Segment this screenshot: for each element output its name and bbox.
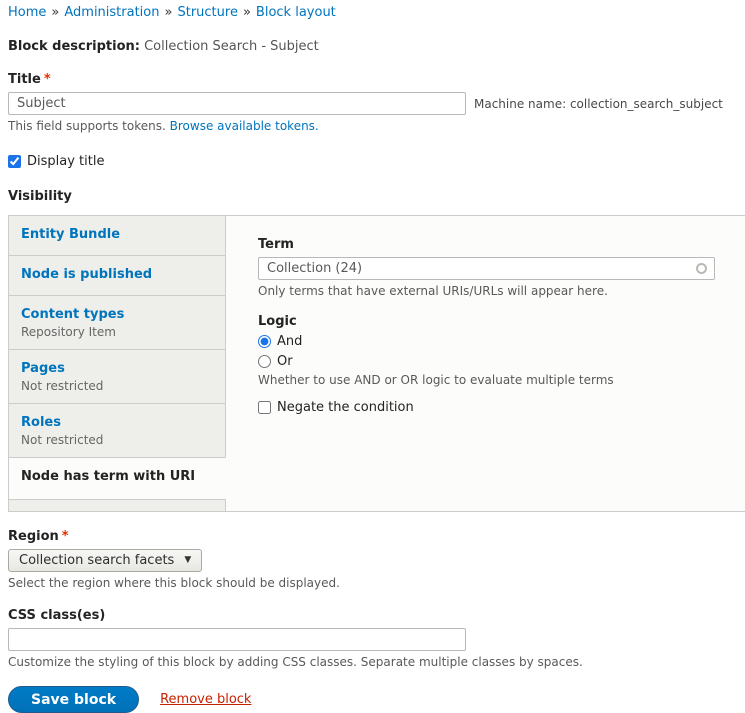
breadcrumb-link-administration[interactable]: Administration: [64, 5, 159, 20]
css-classes-description: Customize the styling of this block by a…: [8, 655, 745, 669]
display-title-label: Display title: [27, 154, 104, 169]
visibility-vertical-tabs: Entity Bundle Node is published Content …: [8, 215, 745, 512]
css-classes-label: CSS class(es): [8, 608, 105, 623]
block-description-value: Collection Search - Subject: [144, 39, 319, 54]
tab-node-is-published[interactable]: Node is published: [9, 256, 225, 296]
tab-content-types-label: Content types: [21, 307, 213, 322]
save-block-button[interactable]: Save block: [8, 686, 139, 713]
region-select[interactable]: Collection search facets ▼: [8, 549, 202, 572]
tab-content-types-summary: Repository Item: [21, 325, 213, 339]
title-description: This field supports tokens. Browse avail…: [8, 119, 745, 133]
chevron-down-icon: ▼: [184, 555, 191, 565]
block-description-label: Block description:: [8, 39, 140, 54]
breadcrumb-link-home[interactable]: Home: [8, 5, 46, 20]
logic-and-label: And: [277, 334, 302, 349]
logic-or-radio[interactable]: [258, 355, 271, 368]
region-label: Region: [8, 529, 59, 544]
negate-condition-label: Negate the condition: [277, 400, 414, 415]
title-label: Title: [8, 72, 41, 87]
css-field-group: CSS class(es) Customize the styling of t…: [8, 608, 745, 669]
display-title-group: Display title: [8, 154, 745, 169]
tab-node-has-term-with-uri[interactable]: Node has term with URI: [9, 458, 226, 500]
required-marker: *: [62, 529, 69, 544]
breadcrumb-separator: »: [165, 5, 173, 20]
tab-partial-next[interactable]: [9, 500, 225, 507]
logic-description: Whether to use AND or OR logic to evalua…: [258, 373, 715, 387]
breadcrumb: Home » Administration » Structure » Block layo…: [8, 4, 745, 20]
css-classes-input[interactable]: [8, 628, 466, 651]
tab-pages-summary: Not restricted: [21, 379, 213, 393]
breadcrumb-link-structure[interactable]: Structure: [177, 5, 237, 20]
logic-option-and: And: [258, 334, 715, 349]
block-description: Block description: Collection Search - S…: [8, 39, 745, 54]
required-marker: *: [44, 72, 51, 87]
browse-tokens-link[interactable]: Browse available tokens.: [170, 119, 319, 133]
tab-pages[interactable]: Pages Not restricted: [9, 350, 225, 404]
logic-and-radio[interactable]: [258, 335, 271, 348]
tab-node-has-term-with-uri-label: Node has term with URI: [21, 469, 214, 484]
logic-group: Logic And Or Whether to use AND or OR lo…: [258, 314, 715, 387]
breadcrumb-link-block-layout[interactable]: Block layout: [256, 5, 336, 20]
logic-or-label: Or: [277, 354, 293, 369]
machine-name: Machine name: collection_search_subject: [474, 97, 723, 111]
title-description-text: This field supports tokens.: [8, 119, 166, 133]
visibility-tabs-menu: Entity Bundle Node is published Content …: [9, 216, 226, 511]
display-title-checkbox[interactable]: [8, 155, 21, 168]
logic-label: Logic: [258, 314, 297, 329]
term-autocomplete-input[interactable]: [258, 257, 715, 280]
region-field-group: Region* Collection search facets ▼ Selec…: [8, 529, 745, 590]
tab-roles-label: Roles: [21, 415, 213, 430]
tab-entity-bundle-label: Entity Bundle: [21, 227, 213, 242]
title-input[interactable]: [8, 92, 466, 115]
title-field-group: Title* Machine name: collection_search_s…: [8, 72, 745, 133]
tab-entity-bundle[interactable]: Entity Bundle: [9, 216, 225, 256]
tab-roles-summary: Not restricted: [21, 433, 213, 447]
machine-name-value: collection_search_subject: [570, 97, 723, 111]
term-label: Term: [258, 237, 294, 252]
negate-condition-checkbox[interactable]: [258, 401, 271, 414]
tab-pages-label: Pages: [21, 361, 213, 376]
visibility-tab-panel: Term Only terms that have external URIs/…: [226, 216, 745, 511]
tab-roles[interactable]: Roles Not restricted: [9, 404, 225, 458]
form-actions: Save block Remove block: [8, 686, 745, 713]
tab-node-is-published-label: Node is published: [21, 267, 213, 282]
term-description: Only terms that have external URIs/URLs …: [258, 284, 715, 298]
visibility-heading: Visibility: [8, 189, 745, 204]
logic-option-or: Or: [258, 354, 715, 369]
breadcrumb-separator: »: [243, 5, 251, 20]
region-select-value: Collection search facets: [19, 553, 174, 568]
machine-name-label: Machine name:: [474, 97, 566, 111]
breadcrumb-separator: »: [51, 5, 59, 20]
region-description: Select the region where this block shoul…: [8, 576, 745, 590]
negate-group: Negate the condition: [258, 400, 715, 415]
remove-block-link[interactable]: Remove block: [160, 692, 251, 707]
autocomplete-throbber-icon: [696, 263, 707, 274]
tab-content-types[interactable]: Content types Repository Item: [9, 296, 225, 350]
